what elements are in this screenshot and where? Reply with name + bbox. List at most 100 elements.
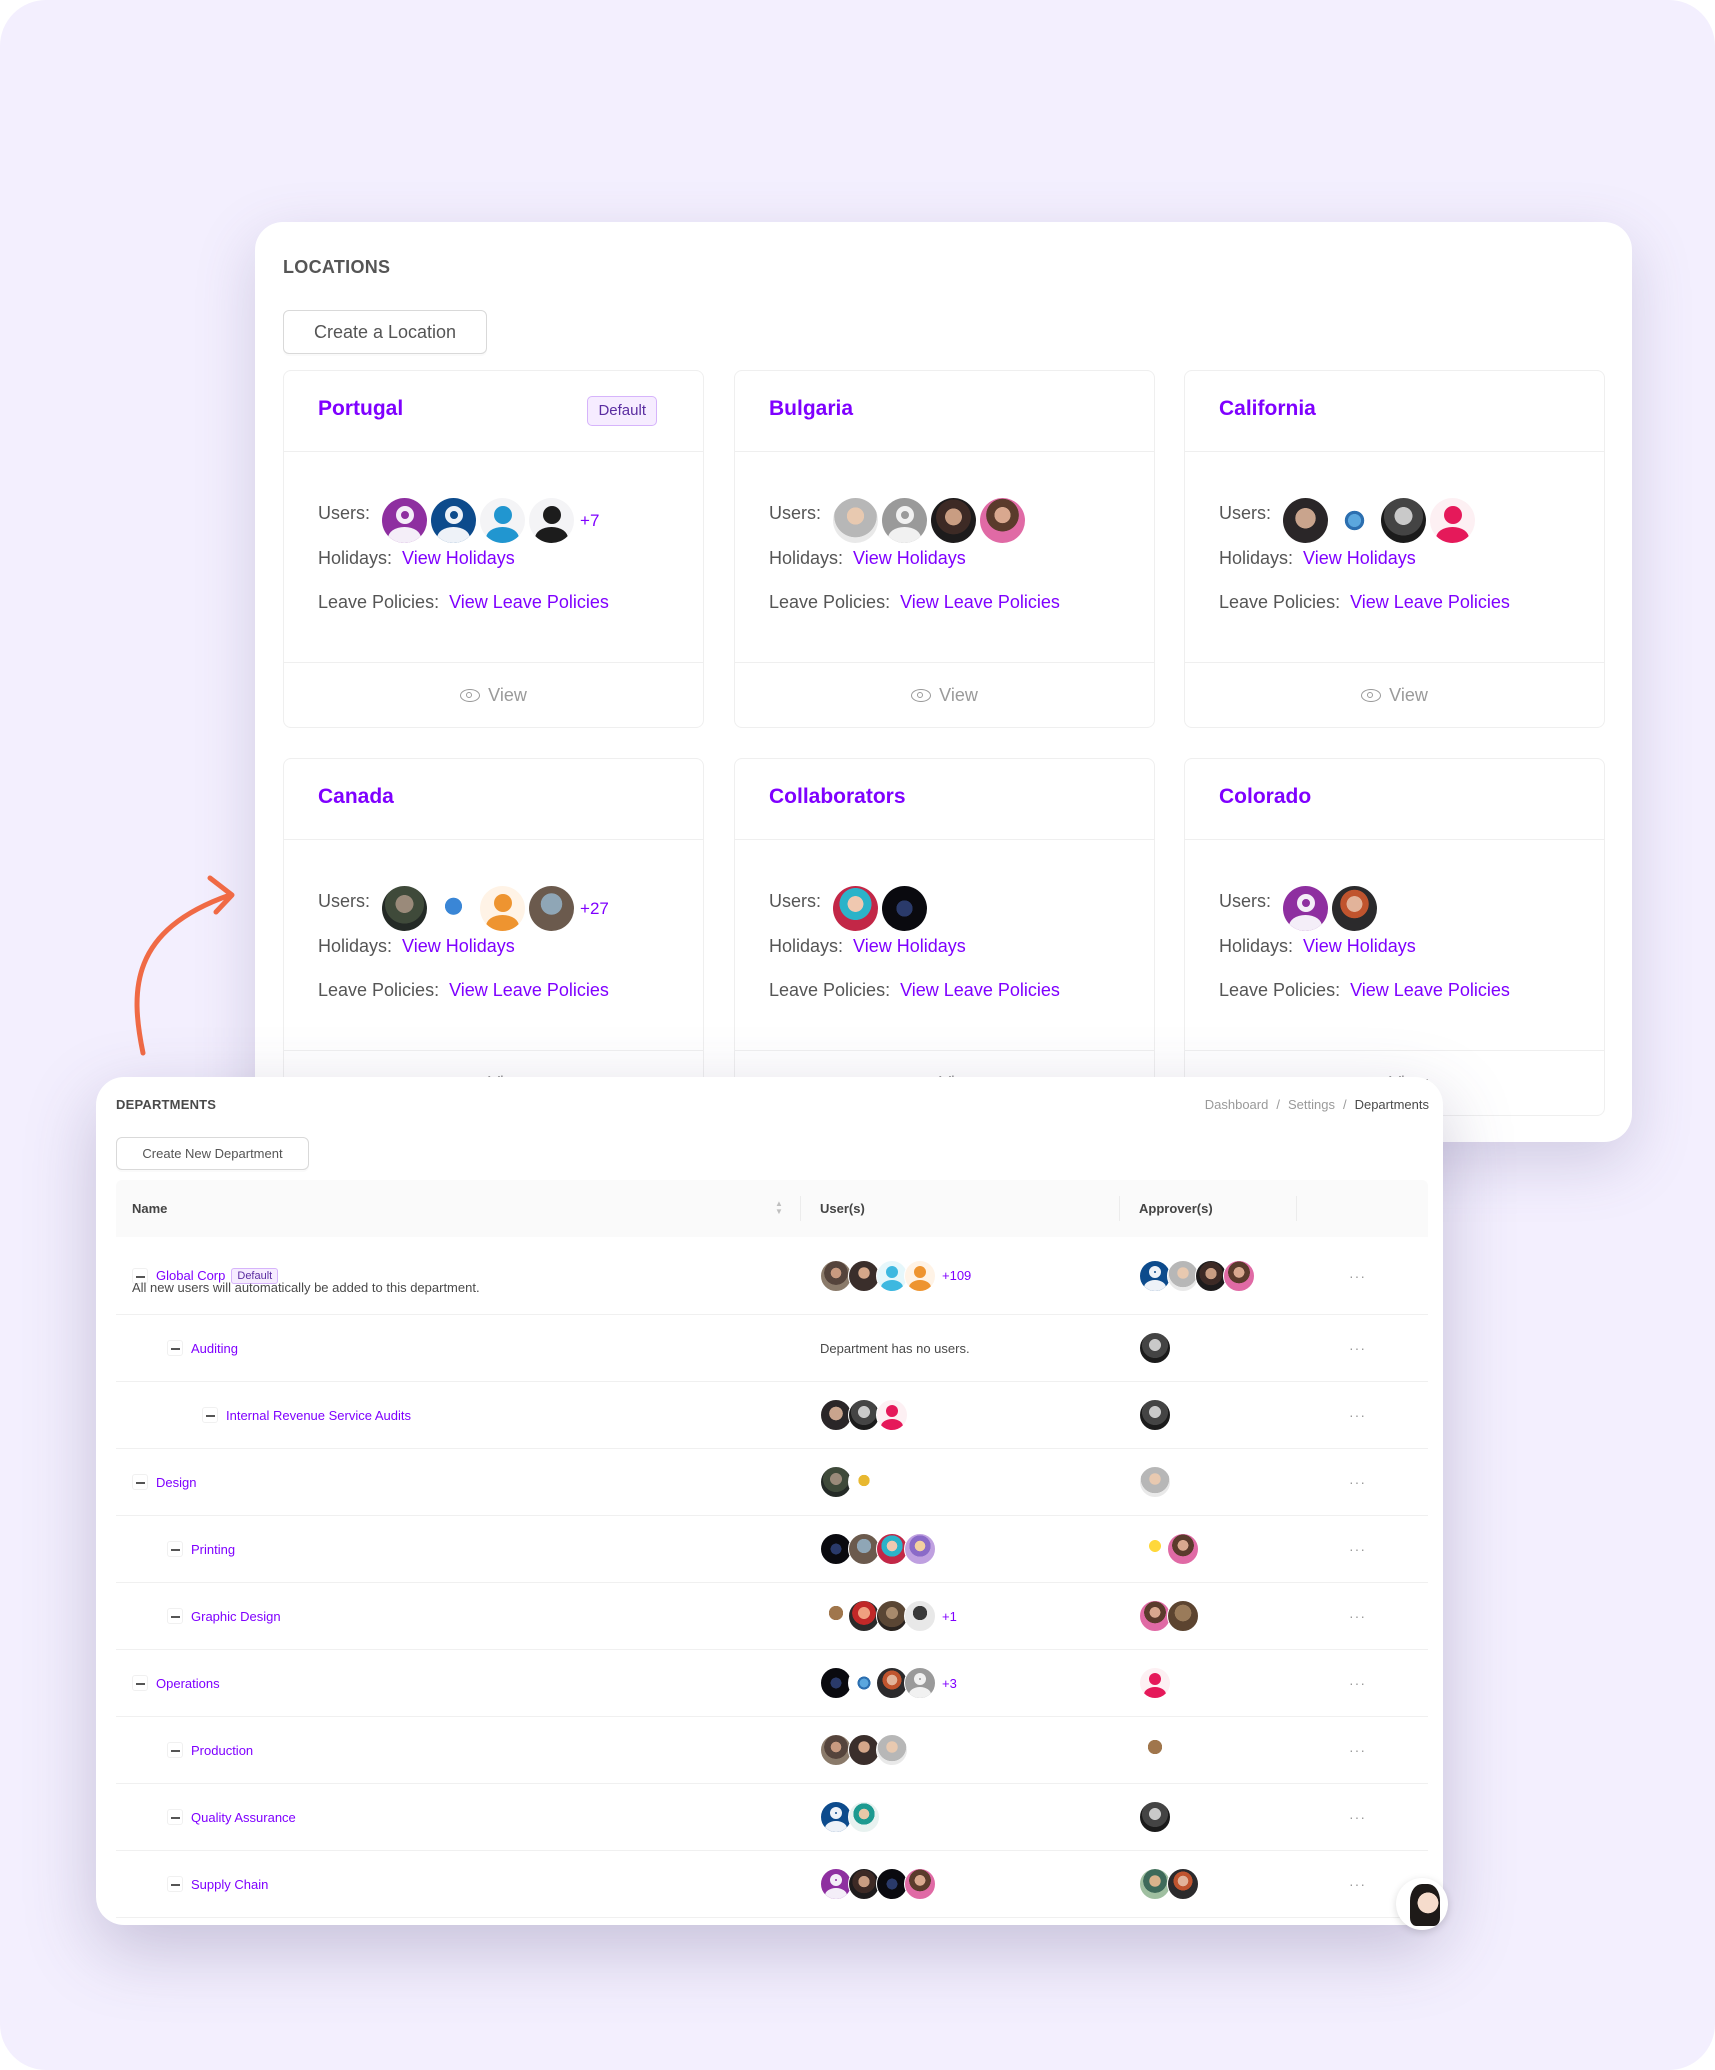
view-holidays-link[interactable]: View Holidays — [402, 936, 515, 957]
avatar[interactable] — [1332, 498, 1378, 543]
department-link[interactable]: Auditing — [191, 1341, 238, 1356]
view-holidays-link[interactable]: View Holidays — [853, 936, 966, 957]
department-link[interactable]: Design — [156, 1475, 196, 1490]
avatar-placeholder[interactable] — [1139, 1667, 1171, 1699]
avatar-placeholder[interactable] — [382, 498, 428, 543]
location-name[interactable]: Portugal — [318, 397, 403, 421]
avatar-placeholder[interactable] — [876, 1399, 908, 1431]
collapse-icon[interactable] — [167, 1608, 183, 1624]
avatar-placeholder[interactable] — [1283, 886, 1329, 931]
collapse-icon[interactable] — [167, 1541, 183, 1557]
avatar[interactable] — [1139, 1332, 1171, 1364]
row-actions-menu[interactable]: ··· — [1349, 1583, 1366, 1649]
department-link[interactable]: Printing — [191, 1542, 235, 1557]
row-actions-menu[interactable]: ··· — [1349, 1717, 1366, 1783]
collapse-icon[interactable] — [132, 1474, 148, 1490]
avatar[interactable] — [1139, 1801, 1171, 1833]
avatar[interactable] — [848, 1801, 880, 1833]
more-users-count[interactable]: +3 — [942, 1676, 957, 1691]
location-name[interactable]: Bulgaria — [769, 397, 853, 421]
chat-support-avatar[interactable] — [1396, 1878, 1448, 1930]
sort-icon[interactable]: ▲ ▼ — [775, 1200, 783, 1216]
view-holidays-link[interactable]: View Holidays — [1303, 936, 1416, 957]
row-actions-menu[interactable]: ··· — [1349, 1449, 1366, 1515]
collapse-icon[interactable] — [132, 1675, 148, 1691]
department-link[interactable]: Operations — [156, 1676, 220, 1691]
avatar-placeholder[interactable] — [480, 498, 526, 543]
view-leave-policies-link[interactable]: View Leave Policies — [900, 592, 1060, 613]
avatar[interactable] — [1139, 1466, 1171, 1498]
location-name[interactable]: Colorado — [1219, 785, 1311, 809]
department-link[interactable]: Production — [191, 1743, 253, 1758]
view-holidays-link[interactable]: View Holidays — [853, 548, 966, 569]
view-leave-policies-link[interactable]: View Leave Policies — [449, 980, 609, 1001]
row-actions-menu[interactable]: ··· — [1349, 1382, 1366, 1448]
avatar[interactable] — [529, 886, 575, 931]
collapse-icon[interactable] — [202, 1407, 218, 1423]
view-leave-policies-link[interactable]: View Leave Policies — [900, 980, 1060, 1001]
avatar[interactable] — [833, 498, 879, 543]
avatar[interactable] — [382, 886, 428, 931]
avatar[interactable] — [876, 1734, 908, 1766]
location-name[interactable]: Canada — [318, 785, 394, 809]
avatar[interactable] — [848, 1466, 880, 1498]
view-leave-policies-link[interactable]: View Leave Policies — [449, 592, 609, 613]
avatar[interactable] — [931, 498, 977, 543]
avatar[interactable] — [904, 1600, 936, 1632]
avatar[interactable] — [980, 498, 1026, 543]
avatar[interactable] — [833, 886, 879, 931]
avatar[interactable] — [1139, 1734, 1171, 1766]
avatar[interactable] — [1167, 1600, 1199, 1632]
avatar-placeholder[interactable] — [882, 498, 928, 543]
avatar[interactable] — [1283, 498, 1329, 543]
row-actions-menu[interactable]: ··· — [1349, 1784, 1366, 1850]
view-leave-policies-link[interactable]: View Leave Policies — [1350, 592, 1510, 613]
department-link[interactable]: Graphic Design — [191, 1609, 281, 1624]
breadcrumb-settings[interactable]: Settings — [1288, 1097, 1335, 1112]
collapse-icon[interactable] — [167, 1876, 183, 1892]
location-name[interactable]: California — [1219, 397, 1316, 421]
avatar-placeholder[interactable] — [480, 886, 526, 931]
view-holidays-link[interactable]: View Holidays — [1303, 548, 1416, 569]
create-location-button[interactable]: Create a Location — [283, 310, 487, 354]
avatar[interactable] — [1381, 498, 1427, 543]
avatar[interactable] — [904, 1868, 936, 1900]
avatar[interactable] — [1332, 886, 1378, 931]
collapse-icon[interactable] — [167, 1809, 183, 1825]
view-location-button[interactable]: View — [284, 663, 703, 727]
avatar-placeholder[interactable] — [904, 1259, 936, 1292]
view-location-button[interactable]: View — [1185, 663, 1604, 727]
view-holidays-link[interactable]: View Holidays — [402, 548, 515, 569]
collapse-icon[interactable] — [167, 1742, 183, 1758]
department-link[interactable]: Internal Revenue Service Audits — [226, 1408, 411, 1423]
row-actions-menu[interactable]: ··· — [1349, 1516, 1366, 1582]
avatar[interactable] — [1167, 1868, 1199, 1900]
avatar[interactable] — [904, 1533, 936, 1565]
department-link[interactable]: Supply Chain — [191, 1877, 268, 1892]
more-users-count[interactable]: +1 — [942, 1609, 957, 1624]
avatar[interactable] — [431, 886, 477, 931]
create-department-button[interactable]: Create New Department — [116, 1137, 309, 1170]
row-actions-menu[interactable]: ··· — [1349, 1237, 1366, 1314]
location-name[interactable]: Collaborators — [769, 785, 906, 809]
column-header-name[interactable]: Name — [132, 1180, 167, 1237]
department-link[interactable]: Quality Assurance — [191, 1810, 296, 1825]
more-users-count[interactable]: +27 — [580, 899, 609, 919]
avatar-placeholder[interactable] — [904, 1667, 936, 1699]
row-actions-menu[interactable]: ··· — [1349, 1315, 1366, 1381]
breadcrumb-dashboard[interactable]: Dashboard — [1205, 1097, 1269, 1112]
avatar-placeholder[interactable] — [431, 498, 477, 543]
avatar-placeholder[interactable] — [1430, 498, 1476, 543]
view-location-button[interactable]: View — [735, 663, 1154, 727]
avatar[interactable] — [1167, 1533, 1199, 1565]
row-actions-menu[interactable]: ··· — [1349, 1851, 1366, 1917]
avatar-placeholder[interactable] — [529, 498, 575, 543]
more-users-count[interactable]: +109 — [942, 1268, 971, 1283]
view-leave-policies-link[interactable]: View Leave Policies — [1350, 980, 1510, 1001]
avatar[interactable] — [1139, 1399, 1171, 1431]
avatar[interactable] — [882, 886, 928, 931]
more-users-count[interactable]: +7 — [580, 511, 599, 531]
avatar[interactable] — [1223, 1259, 1255, 1292]
row-actions-menu[interactable]: ··· — [1349, 1650, 1366, 1716]
collapse-icon[interactable] — [167, 1340, 183, 1356]
